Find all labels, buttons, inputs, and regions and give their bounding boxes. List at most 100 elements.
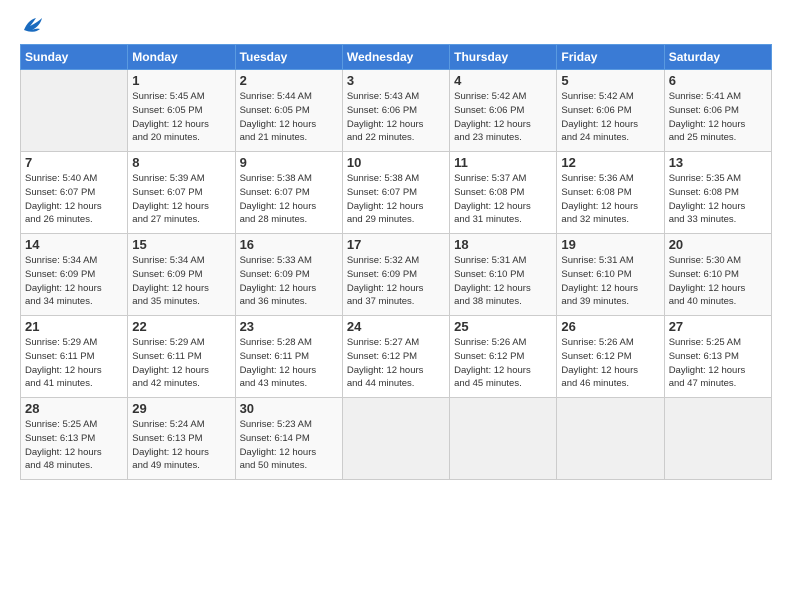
calendar-cell: 15 Sunrise: 5:34 AM Sunset: 6:09 PM Dayli… [128,234,235,316]
calendar-cell: 12Sunrise: 5:36 AM Sunset: 6:08 PM Dayli… [557,152,664,234]
day-info: Sunrise: 5:34 AM Sunset: 6:09 PM Dayligh… [25,254,123,309]
day-info: Sunrise: 5:38 AM Sunset: 6:07 PM Dayligh… [347,172,445,227]
day-info: Sunrise: 5:29 AM Sunset: 6:11 PM Dayligh… [25,336,123,391]
header-cell-saturday: Saturday [664,45,771,70]
week-row-0: 1 Sunrise: 5:45 AM Sunset: 6:05 PM Daylig… [21,70,772,152]
day-number: 19 [561,237,659,252]
day-info: Sunrise: 5:42 AM Sunset: 6:06 PM Dayligh… [454,90,552,145]
calendar-table: SundayMondayTuesdayWednesdayThursdayFrid… [20,44,772,480]
day-info: Sunrise: 5:44 AM Sunset: 6:05 PM Dayligh… [240,90,338,145]
day-number: 13 [669,155,767,170]
day-number: 20 [669,237,767,252]
day-info: Sunrise: 5:43 AM Sunset: 6:06 PM Dayligh… [347,90,445,145]
calendar-cell: 20 Sunrise: 5:30 AM Sunset: 6:10 PM Dayli… [664,234,771,316]
calendar-cell: 8 Sunrise: 5:39 AM Sunset: 6:07 PM Daylig… [128,152,235,234]
day-number: 1 [132,73,230,88]
day-number: 6 [669,73,767,88]
day-number: 21 [25,319,123,334]
calendar-cell: 18 Sunrise: 5:31 AM Sunset: 6:10 PM Dayli… [450,234,557,316]
day-number: 22 [132,319,230,334]
calendar-cell [450,398,557,480]
header-cell-tuesday: Tuesday [235,45,342,70]
day-info: Sunrise: 5:35 AM Sunset: 6:08 PM Dayligh… [669,172,767,227]
day-info: Sunrise: 5:31 AM Sunset: 6:10 PM Dayligh… [454,254,552,309]
header-cell-thursday: Thursday [450,45,557,70]
day-info: Sunrise: 5:25 AM Sunset: 6:13 PM Dayligh… [25,418,123,473]
day-info: Sunrise: 5:31 AM Sunset: 6:10 PM Dayligh… [561,254,659,309]
day-number: 17 [347,237,445,252]
calendar-cell: 25Sunrise: 5:26 AM Sunset: 6:12 PM Dayli… [450,316,557,398]
week-row-3: 21 Sunrise: 5:29 AM Sunset: 6:11 PM Dayli… [21,316,772,398]
day-number: 29 [132,401,230,416]
calendar-cell: 29Sunrise: 5:24 AM Sunset: 6:13 PM Dayli… [128,398,235,480]
calendar-cell: 14 Sunrise: 5:34 AM Sunset: 6:09 PM Dayli… [21,234,128,316]
day-number: 8 [132,155,230,170]
header-cell-monday: Monday [128,45,235,70]
day-number: 2 [240,73,338,88]
calendar-cell: 3 Sunrise: 5:43 AM Sunset: 6:06 PM Daylig… [342,70,449,152]
day-info: Sunrise: 5:38 AM Sunset: 6:07 PM Dayligh… [240,172,338,227]
day-number: 7 [25,155,123,170]
day-info: Sunrise: 5:30 AM Sunset: 6:10 PM Dayligh… [669,254,767,309]
calendar-cell: 16 Sunrise: 5:33 AM Sunset: 6:09 PM Dayli… [235,234,342,316]
calendar-cell [21,70,128,152]
header-cell-sunday: Sunday [21,45,128,70]
day-number: 5 [561,73,659,88]
day-info: Sunrise: 5:29 AM Sunset: 6:11 PM Dayligh… [132,336,230,391]
header-cell-friday: Friday [557,45,664,70]
day-info: Sunrise: 5:45 AM Sunset: 6:05 PM Dayligh… [132,90,230,145]
day-info: Sunrise: 5:42 AM Sunset: 6:06 PM Dayligh… [561,90,659,145]
day-number: 16 [240,237,338,252]
day-info: Sunrise: 5:33 AM Sunset: 6:09 PM Dayligh… [240,254,338,309]
day-info: Sunrise: 5:32 AM Sunset: 6:09 PM Dayligh… [347,254,445,309]
day-number: 24 [347,319,445,334]
calendar-cell [342,398,449,480]
calendar-cell: 24 Sunrise: 5:27 AM Sunset: 6:12 PM Dayli… [342,316,449,398]
page: SundayMondayTuesdayWednesdayThursdayFrid… [0,0,792,612]
day-number: 15 [132,237,230,252]
calendar-cell: 30 Sunrise: 5:23 AM Sunset: 6:14 PM Dayli… [235,398,342,480]
day-info: Sunrise: 5:26 AM Sunset: 6:12 PM Dayligh… [561,336,659,391]
day-info: Sunrise: 5:37 AM Sunset: 6:08 PM Dayligh… [454,172,552,227]
calendar-cell: 26 Sunrise: 5:26 AM Sunset: 6:12 PM Dayli… [557,316,664,398]
logo [20,16,44,34]
day-info: Sunrise: 5:34 AM Sunset: 6:09 PM Dayligh… [132,254,230,309]
calendar-cell: 5 Sunrise: 5:42 AM Sunset: 6:06 PM Daylig… [557,70,664,152]
calendar-cell: 1 Sunrise: 5:45 AM Sunset: 6:05 PM Daylig… [128,70,235,152]
day-number: 9 [240,155,338,170]
calendar-cell: 21 Sunrise: 5:29 AM Sunset: 6:11 PM Dayli… [21,316,128,398]
day-number: 10 [347,155,445,170]
day-info: Sunrise: 5:39 AM Sunset: 6:07 PM Dayligh… [132,172,230,227]
calendar-cell [557,398,664,480]
calendar-cell: 11 Sunrise: 5:37 AM Sunset: 6:08 PM Dayli… [450,152,557,234]
day-info: Sunrise: 5:41 AM Sunset: 6:06 PM Dayligh… [669,90,767,145]
calendar-cell: 19 Sunrise: 5:31 AM Sunset: 6:10 PM Dayli… [557,234,664,316]
day-info: Sunrise: 5:23 AM Sunset: 6:14 PM Dayligh… [240,418,338,473]
calendar-cell: 17 Sunrise: 5:32 AM Sunset: 6:09 PM Dayli… [342,234,449,316]
calendar-cell: 22 Sunrise: 5:29 AM Sunset: 6:11 PM Dayli… [128,316,235,398]
calendar-cell: 28 Sunrise: 5:25 AM Sunset: 6:13 PM Dayli… [21,398,128,480]
day-number: 23 [240,319,338,334]
header-cell-wednesday: Wednesday [342,45,449,70]
week-row-1: 7 Sunrise: 5:40 AM Sunset: 6:07 PM Daylig… [21,152,772,234]
day-number: 14 [25,237,123,252]
day-info: Sunrise: 5:25 AM Sunset: 6:13 PM Dayligh… [669,336,767,391]
day-number: 27 [669,319,767,334]
day-number: 25 [454,319,552,334]
logo-bird-icon [22,16,44,34]
day-number: 30 [240,401,338,416]
day-info: Sunrise: 5:27 AM Sunset: 6:12 PM Dayligh… [347,336,445,391]
week-row-4: 28 Sunrise: 5:25 AM Sunset: 6:13 PM Dayli… [21,398,772,480]
day-number: 11 [454,155,552,170]
day-info: Sunrise: 5:40 AM Sunset: 6:07 PM Dayligh… [25,172,123,227]
calendar-cell: 7 Sunrise: 5:40 AM Sunset: 6:07 PM Daylig… [21,152,128,234]
day-number: 4 [454,73,552,88]
calendar-cell: 2 Sunrise: 5:44 AM Sunset: 6:05 PM Daylig… [235,70,342,152]
day-number: 3 [347,73,445,88]
week-row-2: 14 Sunrise: 5:34 AM Sunset: 6:09 PM Dayli… [21,234,772,316]
day-number: 28 [25,401,123,416]
day-number: 18 [454,237,552,252]
day-info: Sunrise: 5:28 AM Sunset: 6:11 PM Dayligh… [240,336,338,391]
day-number: 26 [561,319,659,334]
calendar-cell: 9 Sunrise: 5:38 AM Sunset: 6:07 PM Daylig… [235,152,342,234]
